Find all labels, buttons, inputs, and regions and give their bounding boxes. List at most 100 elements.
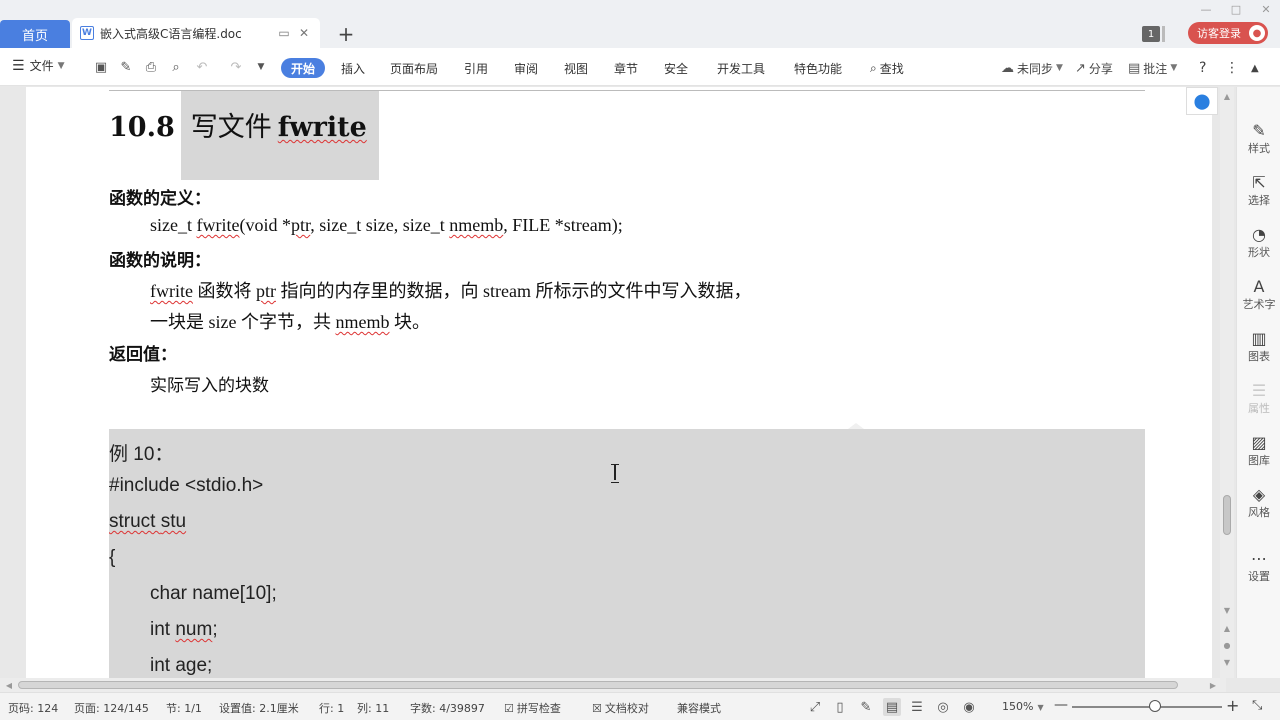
fullscreen-icon[interactable]: ⤢	[806, 698, 824, 716]
file-menu-button[interactable]: ☰ 文件 ▼	[12, 57, 65, 74]
more-dots-icon: ⋯	[1251, 548, 1267, 568]
side-panel: ✎ 样式 ⇱ 选择 ◔ 形状 A 艺术字 ▥ 图表 ☰ 属性 ▨ 图库 ◈ 风格…	[1236, 87, 1280, 678]
chart-icon: ▥	[1251, 328, 1267, 348]
tab-security[interactable]: 安全	[664, 58, 688, 78]
status-col[interactable]: 列: 11	[357, 700, 389, 716]
function-prototype: size_t fwrite(void *ptr, size_t size, si…	[150, 215, 623, 235]
tab-document[interactable]: W 嵌入式高级C语言编程.doc ▭ ✕	[72, 18, 320, 48]
sync-button[interactable]: ☁ 未同步 ▼	[1001, 58, 1063, 78]
help-icon[interactable]: ?	[1199, 58, 1206, 78]
fit-window-icon[interactable]: ⤡	[1252, 698, 1262, 713]
search-button[interactable]: ⌕ 查找	[870, 58, 904, 78]
tab-page-layout[interactable]: 页面布局	[390, 58, 438, 78]
web-view-icon[interactable]: ◎	[934, 698, 952, 716]
tab-insert[interactable]: 插入	[341, 58, 365, 78]
format-painter-icon[interactable]: ✎	[117, 58, 135, 76]
restore-window-icon[interactable]: ▭	[276, 25, 292, 41]
status-row[interactable]: 行: 1	[319, 700, 344, 716]
side-item-wordart[interactable]: A 艺术字	[1237, 276, 1280, 316]
code-line-2: #include <stdio.h>	[109, 475, 264, 496]
doc-proof-button[interactable]: ☒ 文档校对	[592, 700, 649, 716]
undo-icon[interactable]: ↶	[193, 58, 211, 76]
side-item-shapes[interactable]: ◔ 形状	[1237, 224, 1280, 264]
shapes-icon: ◔	[1252, 224, 1266, 244]
location-pin-icon[interactable]: ⬤	[1186, 87, 1218, 115]
guest-login-button[interactable]: 访客登录 ●	[1188, 22, 1268, 44]
comment-button[interactable]: ▤ 批注 ▼	[1128, 58, 1177, 78]
close-window-icon[interactable]: ✕	[1252, 0, 1280, 18]
minimize-icon[interactable]: —	[1192, 0, 1220, 18]
close-tab-icon[interactable]: ✕	[296, 25, 312, 41]
next-page-icon[interactable]: ▼	[1222, 657, 1232, 667]
compat-mode-label: 兼容模式	[677, 702, 721, 715]
comment-icon: ▤	[1128, 60, 1141, 76]
side-item-settings[interactable]: ⋯ 设置	[1237, 548, 1280, 588]
code-line-5: char name[10];	[150, 583, 277, 604]
status-page-code[interactable]: 页码: 124	[8, 700, 58, 716]
section-heading[interactable]: 10.8 写文件 fwrite	[109, 105, 367, 144]
tab-view[interactable]: 视图	[564, 58, 588, 78]
horizontal-scroll-thumb[interactable]	[18, 681, 1178, 689]
status-pages[interactable]: 页面: 124/145	[74, 700, 149, 716]
previous-page-icon[interactable]: ▲	[1222, 623, 1232, 633]
page-view-icon[interactable]: ▤	[883, 698, 901, 716]
zoom-slider-handle[interactable]	[1149, 700, 1161, 712]
status-section[interactable]: 节: 1/1	[166, 700, 202, 716]
tab-special-features[interactable]: 特色功能	[794, 58, 842, 78]
side-item-styles[interactable]: ✎ 样式	[1237, 120, 1280, 160]
scroll-right-icon[interactable]: ▶	[1208, 680, 1218, 690]
properties-icon: ☰	[1251, 380, 1267, 400]
eye-protection-icon[interactable]: ◉	[960, 698, 978, 716]
collapse-ribbon-icon[interactable]: ▲	[1251, 58, 1259, 78]
code-line-3: struct stu	[109, 511, 187, 532]
pen-icon[interactable]: ✎	[857, 698, 875, 716]
tab-start[interactable]: 开始	[281, 58, 326, 78]
tab-chapter[interactable]: 章节	[614, 58, 638, 78]
reading-mode-icon[interactable]: ▯	[831, 698, 849, 716]
tab-developer[interactable]: 开发工具	[717, 58, 765, 78]
chevron-down-icon: ▼	[1056, 63, 1063, 73]
print-icon[interactable]: ⎙	[142, 58, 160, 76]
side-item-gallery[interactable]: ▨ 图库	[1237, 432, 1280, 472]
redo-icon[interactable]: ↷	[227, 58, 245, 76]
tab-count-badge[interactable]: 1	[1142, 26, 1160, 42]
hamburger-icon: ☰	[12, 57, 25, 74]
share-button[interactable]: ↗ 分享	[1075, 58, 1113, 78]
more-options-icon[interactable]: ⋮	[1225, 58, 1239, 78]
quick-access-dropdown-icon[interactable]: ▼	[252, 58, 270, 76]
print-preview-icon[interactable]: ⌕	[167, 58, 185, 76]
status-word-count[interactable]: 字数: 4/39897	[410, 700, 485, 716]
scroll-up-icon[interactable]: ▲	[1222, 91, 1232, 101]
select-browse-object-icon[interactable]: ●	[1222, 640, 1232, 650]
tab-review[interactable]: 审阅	[514, 58, 538, 78]
spell-check-button[interactable]: ☑ 拼写检查	[504, 700, 561, 716]
vertical-scrollbar[interactable]: ▲ ▼ ▲ ● ▼	[1220, 87, 1234, 678]
document-page[interactable]: 10.8 写文件 fwrite 函数的定义： size_t fwrite(void …	[26, 87, 1212, 678]
side-item-chart[interactable]: ▥ 图表	[1237, 328, 1280, 368]
scroll-down-icon[interactable]: ▼	[1222, 605, 1232, 615]
description-line-2: 一块是 size 个字节，共 nmemb 块。	[150, 312, 430, 332]
zoom-out-icon[interactable]: —	[1054, 697, 1068, 713]
search-icon: ⌕	[870, 60, 877, 75]
status-setting[interactable]: 设置值: 2.1厘米	[219, 700, 299, 716]
maximize-icon[interactable]: □	[1222, 0, 1250, 18]
zoom-in-icon[interactable]: +	[1226, 696, 1239, 715]
scroll-left-icon[interactable]: ◀	[4, 680, 14, 690]
code-example-block[interactable]: 例 10： #include <stdio.h> struct stu { ch…	[109, 429, 1145, 678]
save-icon[interactable]: ▣	[92, 58, 110, 76]
file-menu-label: 文件	[29, 59, 54, 73]
code-line-7: int age;	[150, 655, 213, 676]
sync-label: 未同步	[1017, 61, 1054, 76]
side-item-theme[interactable]: ◈ 风格	[1237, 484, 1280, 524]
zoom-level[interactable]: 150% ▼	[1002, 700, 1044, 713]
new-tab-button[interactable]: +	[334, 20, 358, 48]
side-item-select[interactable]: ⇱ 选择	[1237, 172, 1280, 212]
horizontal-scrollbar[interactable]: ◀ ▶	[0, 678, 1226, 692]
document-tab-title: 嵌入式高级C语言编程.doc	[100, 26, 242, 41]
vertical-scroll-thumb[interactable]	[1223, 495, 1231, 535]
tab-references[interactable]: 引用	[464, 58, 488, 78]
outline-view-icon[interactable]: ☰	[908, 698, 926, 716]
side-item-label: 选择	[1248, 194, 1270, 207]
zoom-slider-track[interactable]	[1072, 706, 1222, 708]
tab-home[interactable]: 首页	[0, 20, 70, 48]
